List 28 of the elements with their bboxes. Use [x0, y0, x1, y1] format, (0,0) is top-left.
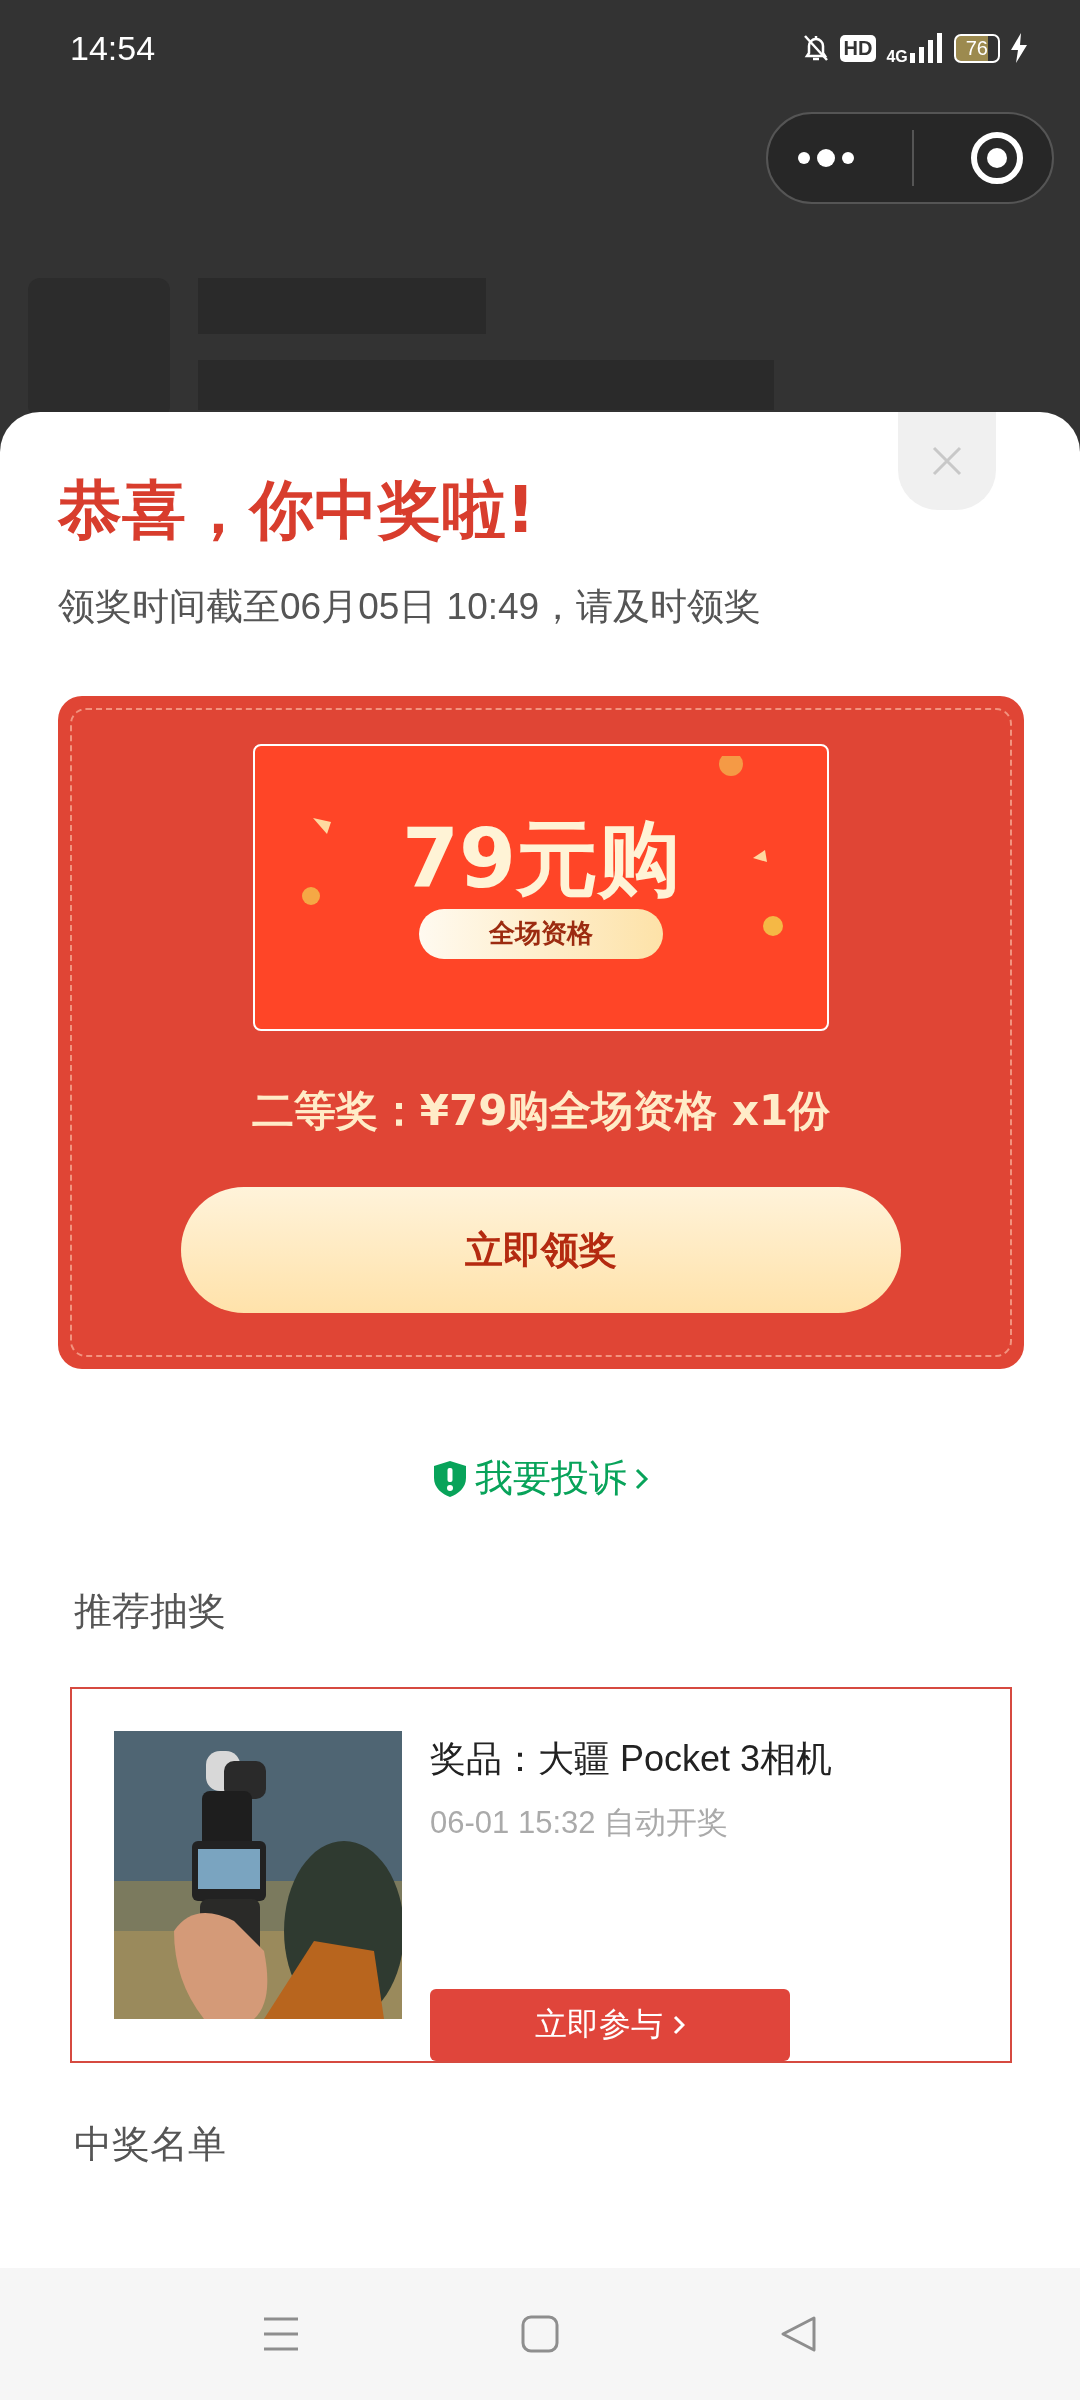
menu-icon[interactable]: [262, 2315, 300, 2353]
chevron-right-icon: [635, 1466, 649, 1491]
more-icon[interactable]: [796, 148, 856, 168]
status-time: 14:54: [70, 28, 156, 68]
bell-off-icon: [801, 33, 830, 63]
voucher-headline: 79元购: [401, 816, 681, 903]
claim-button[interactable]: 立即领奖: [181, 1187, 901, 1313]
battery-indicator: 76: [953, 33, 1000, 63]
close-icon: [931, 445, 963, 477]
shield-alert-icon: [433, 1459, 467, 1498]
hd-badge: HD: [839, 34, 877, 62]
voucher-tag: 全场资格: [419, 908, 663, 959]
join-button[interactable]: 立即参与: [430, 1989, 790, 2061]
back-icon[interactable]: [780, 2315, 818, 2353]
signal-icon: [909, 33, 944, 63]
section-heading: 中奖名单: [74, 2121, 227, 2168]
network-label: 4G: [886, 48, 908, 66]
close-target-icon[interactable]: [970, 131, 1024, 185]
deadline-text: 领奖时间截至06月05日 10:49，请及时领奖: [58, 585, 763, 629]
complaint-link[interactable]: 我要投诉: [475, 1453, 627, 1504]
chevron-right-icon: [673, 2014, 685, 2036]
sheet-title: 恭喜，你中奖啦!: [58, 478, 537, 542]
charging-icon: [1010, 33, 1028, 63]
section-heading: 推荐抽奖: [74, 1588, 227, 1635]
draw-time: 06-01 15:32 自动开奖: [430, 1804, 730, 1842]
home-icon[interactable]: [521, 2315, 559, 2353]
prize-name: 奖品：大疆 Pocket 3相机: [430, 1737, 833, 1781]
prize-description: 二等奖：¥79购全场资格 x1份: [251, 1085, 831, 1137]
